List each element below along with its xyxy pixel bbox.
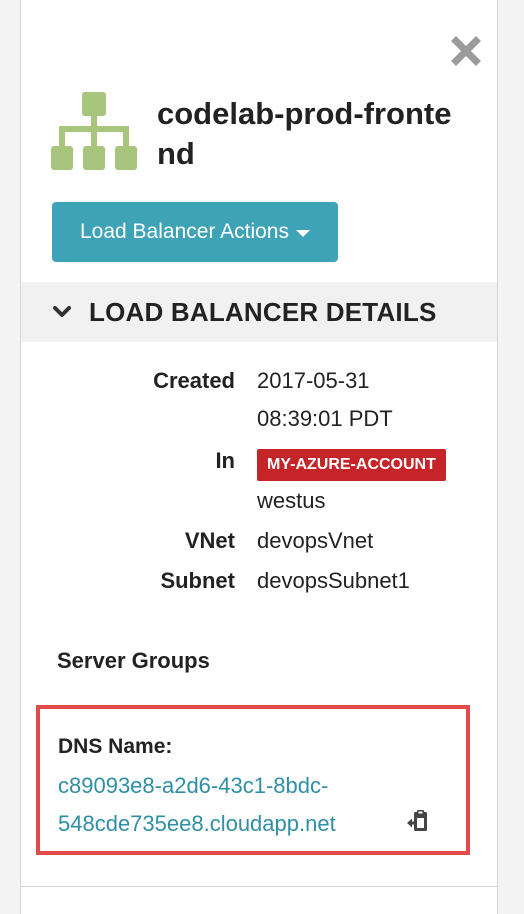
caret-down-icon <box>295 229 310 237</box>
load-balancer-details-panel: codelab-prod-frontend Load Balancer Acti… <box>20 0 498 914</box>
section-header-load-balancer-details[interactable]: LOAD BALANCER DETAILS <box>21 282 497 342</box>
account-badge: MY-AZURE-ACCOUNT <box>257 449 446 481</box>
load-balancer-actions-button[interactable]: Load Balancer Actions <box>52 202 338 262</box>
load-balancer-icon <box>51 92 137 170</box>
created-date: 2017-05-31 <box>257 368 370 393</box>
dns-name-link[interactable]: c89093e8-a2d6-43c1-8bdc- 548cde735ee8.cl… <box>58 767 418 843</box>
account-badge-wrap: MY-AZURE-ACCOUNT <box>257 449 446 481</box>
dns-name-line-1: c89093e8-a2d6-43c1-8bdc- <box>58 773 329 798</box>
clipboard-copy-icon[interactable] <box>406 809 428 833</box>
dns-name-highlight: DNS Name: c89093e8-a2d6-43c1-8bdc- 548cd… <box>36 705 470 855</box>
chevron-down-icon <box>53 306 71 317</box>
page-title: codelab-prod-frontend <box>157 96 452 171</box>
actions-button-label: Load Balancer Actions <box>80 220 289 243</box>
divider <box>21 886 497 887</box>
subnet-value: devopsSubnet1 <box>257 568 410 593</box>
subnet-label: Subnet <box>160 568 235 593</box>
vnet-label: VNet <box>184 528 235 553</box>
created-time: 08:39:01 PDT <box>257 406 393 431</box>
section-title: LOAD BALANCER DETAILS <box>89 296 437 327</box>
region-value: westus <box>257 488 326 513</box>
in-label: In <box>215 448 235 473</box>
created-label: Created <box>153 368 235 393</box>
dns-name-label: DNS Name: <box>58 735 173 758</box>
server-groups-label: Server Groups <box>57 648 210 673</box>
vnet-value: devopsVnet <box>257 528 374 553</box>
dns-name-line-2: 548cde735ee8.cloudapp.net <box>58 811 336 836</box>
panel-header: codelab-prod-frontend <box>51 90 491 180</box>
close-icon[interactable] <box>451 36 481 66</box>
